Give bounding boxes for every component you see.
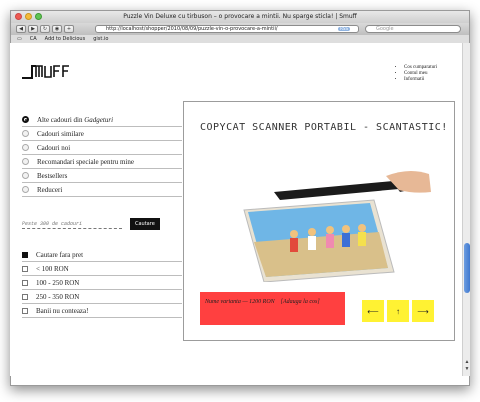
vertical-scrollbar[interactable]: ▲ ▼ [462,43,470,376]
up-arrow-icon: ↑ [396,306,400,316]
filter-label: < 100 RON [36,264,69,273]
back-button[interactable]: ◀ [16,25,26,33]
rss-icon[interactable]: RSS [338,27,350,31]
product-image[interactable] [224,162,434,283]
browser-toolbar: ◀ ▶ ↻ ◉ + http://localhost/shopper/2010/… [11,23,469,35]
search-field-placeholder: Google [376,26,394,32]
add-bookmark-button[interactable]: + [64,25,74,33]
radio-icon [22,144,29,151]
menu-item-gadgets[interactable]: Alte cadouri din Gadgeturi [22,113,182,127]
menu-item-label: Bestsellers [37,171,68,180]
radio-icon [22,130,29,137]
filter-money-no-matter[interactable]: Banii nu conteaza! [22,304,182,318]
right-arrow-icon: ⟶ [417,306,429,316]
gift-menu: Alte cadouri din Gadgeturi Cadouri simil… [22,113,182,197]
radio-icon [22,158,29,165]
menu-item-label: Cadouri noi [37,143,71,152]
checkbox-icon [22,265,28,272]
filter-100-250[interactable]: 100 - 250 RON [22,276,182,290]
gift-search-input[interactable] [22,219,122,229]
product-title: COPYCAT SCANNER PORTABIL - SCANTASTIC! [200,122,448,133]
scroll-thumb[interactable] [464,243,470,293]
zoom-window-button[interactable] [35,13,42,20]
filter-250-350[interactable]: 250 - 350 RON [22,290,182,304]
menu-item-label: Recomandari speciale pentru mine [37,157,134,166]
checkbox-checked-icon [22,251,28,258]
bookmark-ca[interactable]: CA [30,36,37,42]
filter-label: Cautare fara pret [36,250,84,259]
price-box: Nume varianta — 1200 RON [Adauga la cos] [200,292,345,325]
filter-under-100[interactable]: < 100 RON [22,262,182,276]
radio-selected-icon [22,116,29,123]
variant-price: Nume varianta — 1200 RON [205,299,275,305]
checkbox-icon [22,307,28,314]
radio-icon [22,172,29,179]
menu-item-recommended[interactable]: Recomandari speciale pentru mine [22,155,182,169]
filter-no-price[interactable]: Cautare fara pret [22,248,182,262]
screenshot-button[interactable]: ◉ [52,25,62,33]
menu-item-new[interactable]: Cadouri noi [22,141,182,155]
up-product-button[interactable]: ↑ [387,300,409,322]
left-arrow-icon: ⟵ [367,306,379,316]
bookmark-gist[interactable]: gist.io [93,36,108,42]
scroll-down-icon[interactable]: ▼ [464,367,470,373]
menu-item-similar[interactable]: Cadouri similare [22,127,182,141]
close-window-button[interactable] [15,13,22,20]
product-nav: ⟵ ↑ ⟶ [362,300,434,322]
bookmarks-icon[interactable]: ▭ [17,36,22,42]
minimize-window-button[interactable] [25,13,32,20]
price-filters: Cautare fara pret < 100 RON 100 - 250 RO… [22,248,182,318]
checkbox-icon [22,279,28,286]
gift-search: Cautare [22,218,160,230]
search-field[interactable]: Google [365,25,461,33]
forward-button[interactable]: ▶ [28,25,38,33]
window-title: Puzzle Vin Deluxe cu tirbuson – o provoc… [123,13,357,20]
smuff-logo-icon [22,65,69,79]
menu-item-label: Reduceri [37,185,63,194]
address-bar[interactable]: http://localhost/shopper/2010/08/09/puzz… [95,25,359,33]
smuff-logo[interactable] [22,63,74,86]
account-links: Cos cumparaturi Contul meu Informatii [398,65,437,83]
next-product-button[interactable]: ⟶ [412,300,434,322]
menu-item-bestsellers[interactable]: Bestsellers [22,169,182,183]
menu-item-label: Cadouri similare [37,129,84,138]
product-card: COPYCAT SCANNER PORTABIL - SCANTASTIC! N… [183,101,455,341]
menu-item-discounts[interactable]: Reduceri [22,183,182,197]
scanner-photo-icon [243,170,431,283]
search-button[interactable]: Cautare [130,218,160,230]
info-link[interactable]: Informatii [404,77,437,83]
previous-product-button[interactable]: ⟵ [362,300,384,322]
title-bar: Puzzle Vin Deluxe cu tirbuson – o provoc… [11,11,469,23]
menu-item-label: Alte cadouri din Gadgeturi [37,115,114,124]
scroll-up-icon[interactable]: ▲ [464,360,470,366]
filter-label: 250 - 350 RON [36,292,80,301]
url-text: http://localhost/shopper/2010/08/09/puzz… [106,26,278,32]
window-controls [15,13,42,20]
bookmark-delicious[interactable]: Add to Delicious [45,36,86,42]
radio-icon [22,186,29,193]
filter-label: 100 - 250 RON [36,278,80,287]
checkbox-icon [22,293,28,300]
reload-button[interactable]: ↻ [40,25,50,33]
page-content: Cos cumparaturi Contul meu Informatii Al… [10,43,462,376]
add-to-cart-link[interactable]: [Adauga la cos] [281,299,320,305]
filter-label: Banii nu conteaza! [36,306,89,315]
